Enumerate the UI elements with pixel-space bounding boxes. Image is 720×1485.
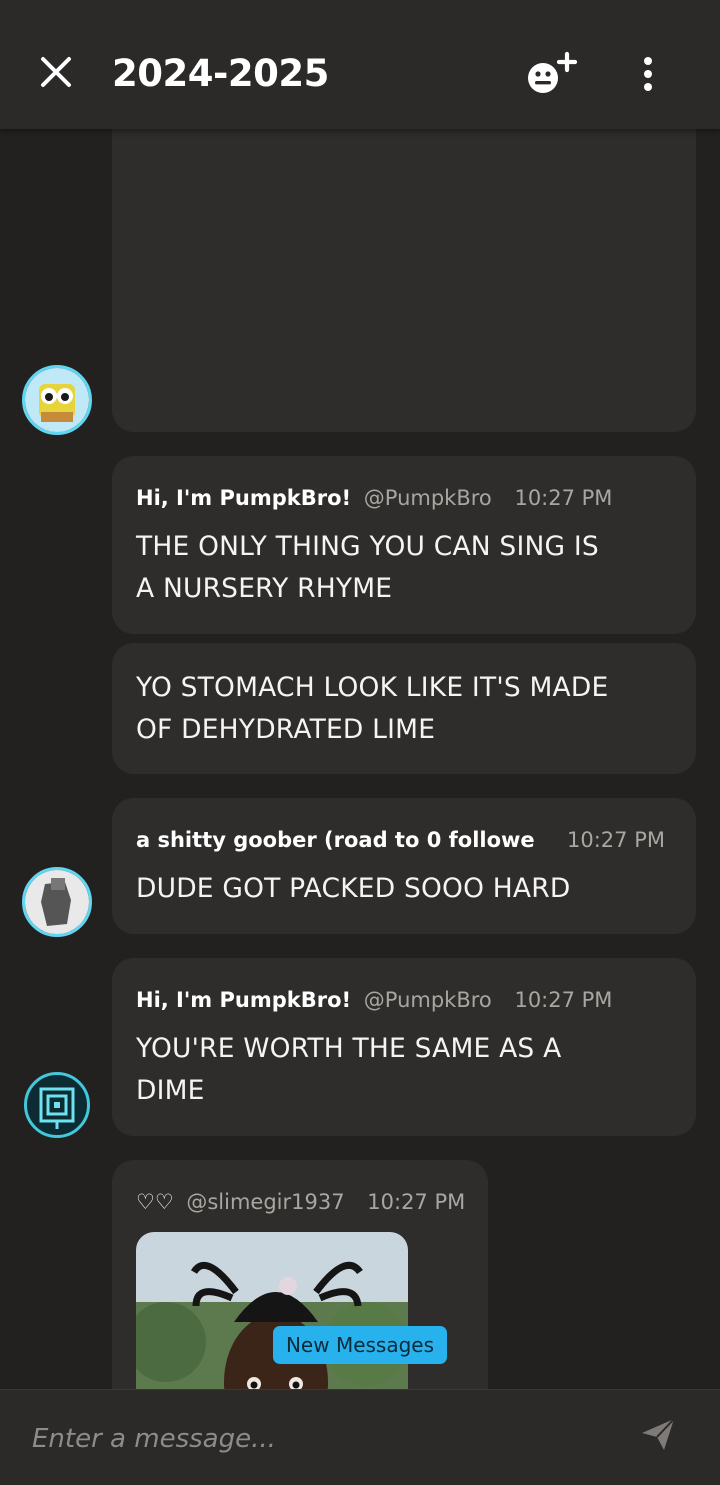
message-composer <box>0 1389 720 1485</box>
send-icon[interactable] <box>638 1414 678 1454</box>
avatar[interactable] <box>22 365 92 435</box>
message-bubble[interactable]: a shitty goober (road to 0 followe 10:27… <box>112 798 696 934</box>
author-name[interactable]: Hi, I'm PumpkBro! <box>136 486 351 510</box>
top-bar: 2024-2025 <box>0 0 720 129</box>
message-input[interactable] <box>32 1418 592 1460</box>
message-text: YO STOMACH LOOK LIKE IT'S MADE OF DEHYDR… <box>136 672 609 745</box>
message-text: DUDE GOT PACKED SOOO HARD <box>136 873 571 904</box>
message-time: 10:27 PM <box>567 828 665 852</box>
message-time: 10:27 PM <box>514 988 613 1012</box>
avatar[interactable] <box>24 1072 90 1138</box>
author-handle: @PumpkBro <box>363 486 492 510</box>
close-icon[interactable] <box>38 54 74 90</box>
more-vertical-icon[interactable] <box>636 54 660 94</box>
message-bubble[interactable]: YO STOMACH LOOK LIKE IT'S MADE OF DEHYDR… <box>112 643 696 774</box>
add-member-icon[interactable] <box>524 48 580 96</box>
author-handle: @PumpkBro <box>363 988 492 1012</box>
message-header: Hi, I'm PumpkBro! @PumpkBro 10:27 PM <box>136 486 612 510</box>
message-header: ♡♡ @slimegir1937 10:27 PM <box>136 1190 465 1214</box>
message-text: THE ONLY THING YOU CAN SING IS A NURSERY… <box>136 531 599 604</box>
chat-title: 2024-2025 <box>112 52 329 95</box>
message-image[interactable] <box>136 1232 408 1389</box>
message-time: 10:27 PM <box>367 1190 466 1214</box>
message-header: Hi, I'm PumpkBro! @PumpkBro 10:27 PM <box>136 988 612 1012</box>
media-message-bubble[interactable] <box>112 129 696 432</box>
message-time: 10:27 PM <box>514 486 613 510</box>
author-name[interactable]: Hi, I'm PumpkBro! <box>136 988 351 1012</box>
message-header: a shitty goober (road to 0 followe <box>136 828 548 852</box>
author-name[interactable]: ♡♡ <box>136 1190 174 1214</box>
message-bubble[interactable]: Hi, I'm PumpkBro! @PumpkBro 10:27 PM THE… <box>112 456 696 634</box>
author-handle: @slimegir1937 <box>186 1190 345 1214</box>
new-messages-button[interactable]: New Messages <box>273 1326 447 1364</box>
message-bubble[interactable]: Hi, I'm PumpkBro! @PumpkBro 10:27 PM YOU… <box>112 958 696 1136</box>
avatar[interactable] <box>22 867 92 937</box>
message-time-wrap: 10:27 PM <box>567 828 665 852</box>
message-text: YOU'RE WORTH THE SAME AS A DIME <box>136 1033 562 1106</box>
message-feed[interactable]: Hi, I'm PumpkBro! @PumpkBro 10:27 PM THE… <box>0 129 720 1389</box>
author-name[interactable]: a shitty goober (road to 0 followe <box>136 828 535 852</box>
